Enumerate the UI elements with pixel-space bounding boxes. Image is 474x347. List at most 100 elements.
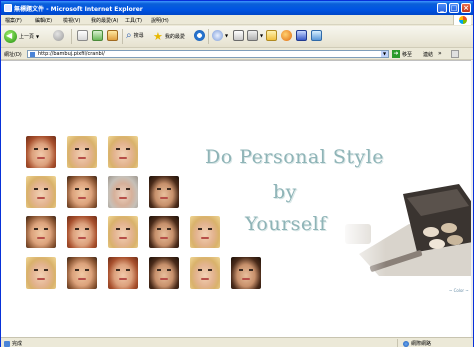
history-button[interactable] xyxy=(194,30,205,41)
address-bar: 網址(D) http://bambuj.pixfil/cranbi/ ▼ ➜ 移… xyxy=(1,49,473,60)
maximize-button[interactable]: □ xyxy=(449,3,459,13)
menu-tools[interactable]: 工具(T) xyxy=(125,17,142,24)
stop-button[interactable] xyxy=(77,30,88,41)
page-done-icon xyxy=(4,340,10,347)
face-photo xyxy=(108,176,138,208)
face-photo xyxy=(67,176,97,208)
toolbar-separator xyxy=(71,29,72,44)
close-button[interactable]: × xyxy=(461,3,471,13)
search-label: 搜尋 xyxy=(133,33,144,39)
mail-icon xyxy=(212,30,223,41)
face-photo xyxy=(26,136,56,168)
favorites-label: 我的最愛 xyxy=(164,34,185,40)
print-icon xyxy=(233,30,244,41)
back-label: 上一頁 xyxy=(19,34,35,40)
toolbar-extension-icon[interactable] xyxy=(451,50,459,58)
back-button[interactable]: 上一頁 ▼ xyxy=(4,30,39,43)
print-button[interactable] xyxy=(233,30,244,41)
toolbar-separator xyxy=(208,29,209,44)
face-photo xyxy=(67,216,97,248)
search-button[interactable]: ⌕ 搜尋 xyxy=(126,30,144,41)
chevron-down-icon[interactable]: ▼ xyxy=(381,51,388,57)
title-bar[interactable]: 無標題文件 - Microsoft Internet Explorer _ □ … xyxy=(1,1,473,15)
tools-icon xyxy=(311,30,322,41)
edit-icon xyxy=(247,30,258,41)
headline-line-2: by xyxy=(273,181,297,203)
back-arrow-icon xyxy=(4,30,17,43)
menu-help[interactable]: 說明(H) xyxy=(151,17,169,24)
status-text: 完成 xyxy=(12,341,23,347)
status-separator xyxy=(397,339,398,347)
refresh-icon xyxy=(92,30,103,41)
go-arrow-icon: ➜ xyxy=(392,50,400,58)
status-bar: 完成 網際網路 xyxy=(1,337,473,347)
cosmetics-palette-image xyxy=(339,184,473,276)
browser-window: 無標題文件 - Microsoft Internet Explorer _ □ … xyxy=(0,0,474,347)
face-photo xyxy=(26,257,56,289)
go-label: 移至 xyxy=(402,51,413,58)
status-done: 完成 xyxy=(4,340,22,347)
internet-zone-icon xyxy=(403,340,409,347)
headline-line-1: Do Personal Style xyxy=(205,146,385,168)
face-photo xyxy=(26,176,56,208)
favorites-button[interactable]: ★ 我的最愛 xyxy=(153,30,185,43)
refresh-button[interactable] xyxy=(92,30,103,41)
address-input[interactable]: http://bambuj.pixfil/cranbi/ ▼ xyxy=(27,50,389,58)
zone-text: 網際網路 xyxy=(411,341,432,347)
home-button[interactable] xyxy=(107,30,118,41)
window-title: 無標題文件 - Microsoft Internet Explorer xyxy=(14,6,143,13)
face-photo xyxy=(108,216,138,248)
face-photo xyxy=(108,136,138,168)
face-photo xyxy=(190,216,220,248)
chevron-down-icon: ▼ xyxy=(225,33,229,38)
messenger-icon xyxy=(281,30,292,41)
toolbar: 上一頁 ▼ ⌕ 搜尋 ★ 我的最愛 ▼ xyxy=(1,26,473,48)
stop-icon xyxy=(77,30,88,41)
page-icon xyxy=(30,52,35,57)
go-button[interactable]: ➜ 移至 xyxy=(392,50,412,58)
star-icon: ★ xyxy=(153,30,163,43)
messenger-button[interactable] xyxy=(281,30,292,41)
face-photo xyxy=(67,136,97,168)
home-icon xyxy=(107,30,118,41)
face-photo xyxy=(149,216,179,248)
research-icon xyxy=(296,30,307,41)
headline-line-3: Yourself xyxy=(245,213,327,235)
address-url: http://bambuj.pixfil/cranbi/ xyxy=(38,51,105,57)
history-icon xyxy=(194,30,205,41)
face-photo xyxy=(190,257,220,289)
face-photo xyxy=(149,176,179,208)
research-button[interactable] xyxy=(296,30,307,41)
folder-button[interactable] xyxy=(266,30,277,41)
folder-icon xyxy=(266,30,277,41)
tools-button[interactable] xyxy=(311,30,322,41)
face-photo xyxy=(231,257,261,289)
face-photo xyxy=(108,257,138,289)
windows-logo-icon xyxy=(453,15,471,25)
menu-favorites[interactable]: 我的最愛(A) xyxy=(91,17,118,24)
forward-button[interactable] xyxy=(53,30,64,41)
face-photo xyxy=(149,257,179,289)
edit-button[interactable]: ▼ xyxy=(247,30,263,41)
menu-file[interactable]: 檔案(F) xyxy=(5,17,22,24)
page-viewport: Do Personal Style by Yourself ~ Color ~ xyxy=(1,60,473,337)
mail-button[interactable]: ▼ xyxy=(212,30,228,41)
status-zone: 網際網路 xyxy=(403,340,431,347)
vertical-scrollbar[interactable] xyxy=(471,60,473,337)
face-photo xyxy=(26,216,56,248)
search-icon: ⌕ xyxy=(126,30,132,41)
chevron-down-icon: ▼ xyxy=(260,33,264,38)
minimize-button[interactable]: _ xyxy=(437,3,447,13)
menu-view[interactable]: 檢視(V) xyxy=(63,17,80,24)
menu-bar: 檔案(F) 編輯(E) 檢視(V) 我的最愛(A) 工具(T) 說明(H) xyxy=(1,15,473,25)
ie-page-icon xyxy=(4,4,12,12)
page-caption: ~ Color ~ xyxy=(449,288,469,293)
links-button[interactable]: 連結 xyxy=(423,51,433,58)
toolbar-separator xyxy=(122,29,123,44)
forward-arrow-icon xyxy=(53,30,64,41)
face-photo xyxy=(67,257,97,289)
chevron-down-icon: ▼ xyxy=(36,34,40,39)
chevron-right-icon[interactable]: » xyxy=(438,50,442,57)
address-label: 網址(D) xyxy=(4,52,22,58)
menu-edit[interactable]: 編輯(E) xyxy=(35,17,52,24)
